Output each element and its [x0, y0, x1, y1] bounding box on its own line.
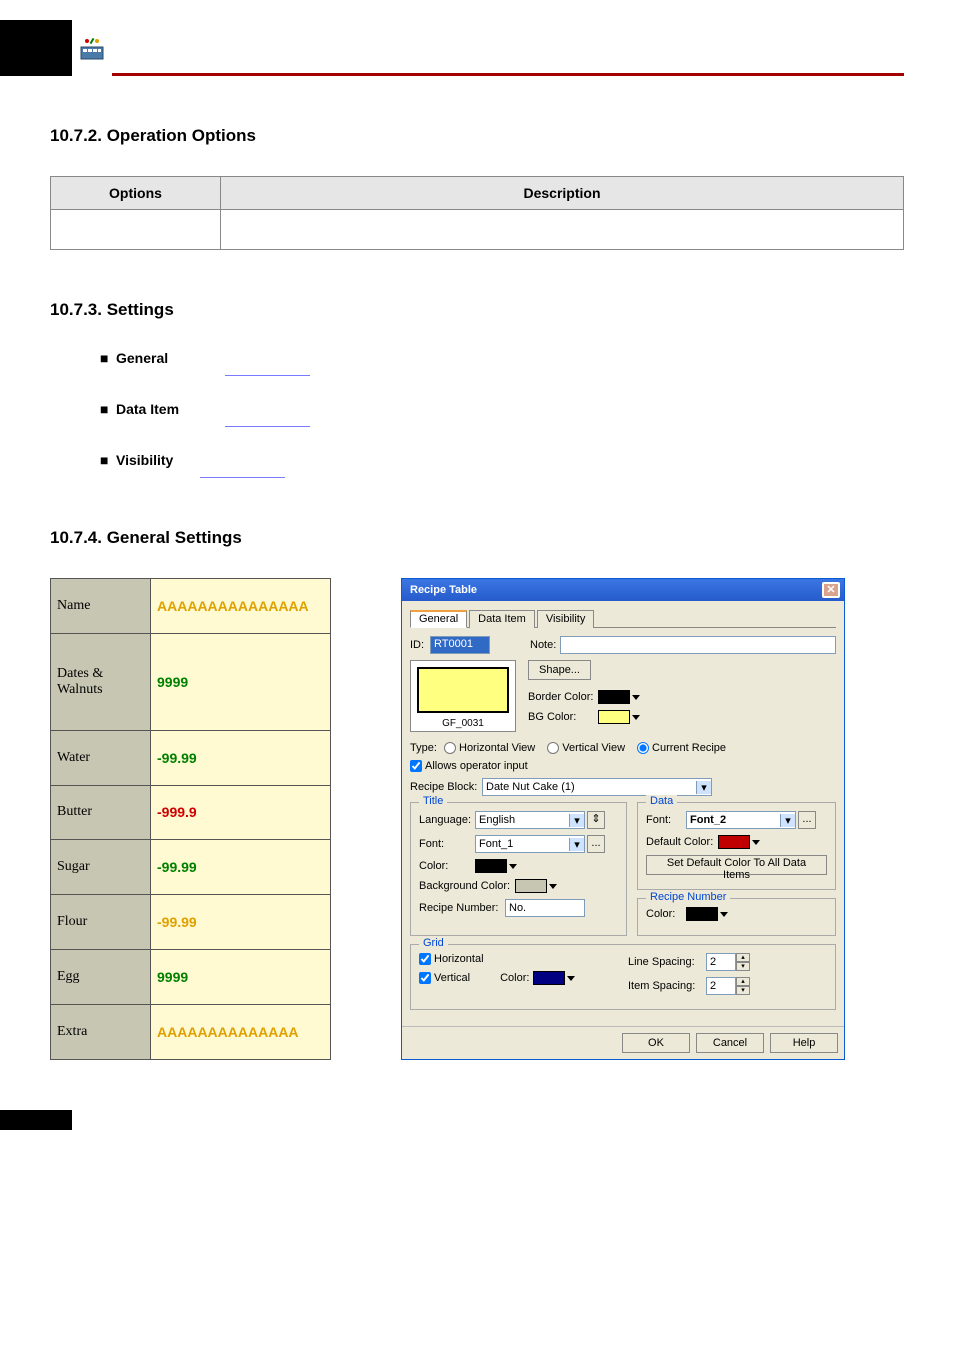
set-default-color-button[interactable]: Set Default Color To All Data Items	[646, 855, 827, 875]
tab-data-item[interactable]: Data Item	[469, 610, 535, 628]
shape-button[interactable]: Shape...	[528, 660, 591, 680]
rn-color-label: Color:	[646, 908, 686, 920]
table-row: ExtraAAAAAAAAAAAAAA	[51, 1005, 331, 1060]
title-bgcolor-picker[interactable]	[515, 879, 547, 893]
grid-color-picker[interactable]	[533, 971, 565, 985]
radio-horizontal[interactable]	[444, 742, 456, 754]
border-color-picker[interactable]	[598, 690, 630, 704]
bg-color-picker[interactable]	[598, 710, 630, 724]
table-row: Dates & Walnuts9999	[51, 633, 331, 730]
options-th-options: Options	[51, 177, 221, 210]
checkbox-grid-vertical[interactable]	[419, 972, 431, 984]
options-td-empty1	[51, 210, 221, 250]
title-font-browse[interactable]: ...	[587, 835, 605, 853]
recipe-block-combo[interactable]: Date Nut Cake (1)▾	[482, 778, 712, 796]
language-label: Language:	[419, 814, 475, 826]
table-row: NameAAAAAAAAAAAAAAA	[51, 579, 331, 634]
header-rule	[112, 20, 904, 76]
language-extra-button[interactable]: ⇕	[587, 811, 605, 829]
line-spacing-label: Line Spacing:	[628, 956, 706, 968]
radio-current-recipe[interactable]	[637, 742, 649, 754]
bullet-general: ■General	[100, 350, 904, 376]
header-black-block	[0, 20, 72, 76]
id-label: ID:	[410, 639, 430, 651]
title-font-label: Font:	[419, 838, 475, 850]
page-header	[0, 20, 954, 76]
note-input[interactable]	[560, 636, 836, 654]
title-color-picker[interactable]	[475, 859, 507, 873]
rn-color-picker[interactable]	[686, 907, 718, 921]
options-th-description: Description	[221, 177, 904, 210]
title-bgcolor-label: Background Color:	[419, 880, 515, 892]
cancel-button[interactable]: Cancel	[696, 1033, 764, 1053]
table-row: Sugar-99.99	[51, 840, 331, 895]
type-label: Type:	[410, 742, 444, 754]
item-spacing-label: Item Spacing:	[628, 980, 706, 992]
radio-vertical[interactable]	[547, 742, 559, 754]
grid-color-label: Color:	[500, 972, 529, 984]
data-group: Data Font: Font_2▾ ... Default Color: Se…	[637, 802, 836, 890]
checkbox-allows-input[interactable]	[410, 760, 422, 772]
title-font-combo[interactable]: Font_1▾	[475, 835, 585, 853]
recipe-number-group: Recipe Number Color:	[637, 898, 836, 936]
item-spacing-spinner[interactable]: ▴▾	[706, 977, 750, 995]
heading-operation-options: 10.7.2. Operation Options	[50, 126, 904, 146]
help-button[interactable]: Help	[770, 1033, 838, 1053]
ok-button[interactable]: OK	[622, 1033, 690, 1053]
border-color-label: Border Color:	[528, 691, 598, 703]
bullet-visibility: ■Visibility	[100, 452, 904, 478]
title-group: Title Language: English▾ ⇕ Font: Font_1▾…	[410, 802, 627, 936]
data-font-browse[interactable]: ...	[798, 811, 816, 829]
close-icon[interactable]: ✕	[822, 582, 840, 598]
page-footer-block	[0, 1110, 72, 1130]
heading-general-settings: 10.7.4. General Settings	[50, 528, 904, 548]
recipe-table-dialog: Recipe Table ✕ General Data Item Visibil…	[401, 578, 845, 1060]
table-row: Water-99.99	[51, 730, 331, 785]
bullet-data-item: ■Data Item	[100, 401, 904, 427]
language-combo[interactable]: English▾	[475, 811, 585, 829]
table-row: Flour-99.99	[51, 895, 331, 950]
recipe-number-input[interactable]	[505, 899, 585, 917]
app-icon	[72, 20, 112, 76]
tab-general[interactable]: General	[410, 610, 467, 628]
line-spacing-spinner[interactable]: ▴▾	[706, 953, 750, 971]
sample-recipe-table: NameAAAAAAAAAAAAAAADates & Walnuts9999Wa…	[50, 578, 331, 1060]
settings-bullet-list: ■General ■Data Item ■Visibility	[100, 350, 904, 478]
recipe-number-label: Recipe Number:	[419, 902, 505, 914]
options-table: Options Description	[50, 176, 904, 250]
options-td-empty2	[221, 210, 904, 250]
dialog-title-text: Recipe Table	[406, 584, 822, 596]
data-font-label: Font:	[646, 814, 686, 826]
dialog-titlebar[interactable]: Recipe Table ✕	[402, 579, 844, 601]
recipe-block-label: Recipe Block:	[410, 781, 482, 793]
table-row: Egg9999	[51, 950, 331, 1005]
heading-settings: 10.7.3. Settings	[50, 300, 904, 320]
title-color-label: Color:	[419, 860, 475, 872]
data-font-combo[interactable]: Font_2▾	[686, 811, 796, 829]
grid-group: Grid Horizontal Vertical Color:	[410, 944, 836, 1010]
shape-preview: GF_0031	[410, 660, 516, 732]
tab-visibility[interactable]: Visibility	[537, 610, 595, 628]
default-color-picker[interactable]	[718, 835, 750, 849]
note-label: Note:	[530, 639, 556, 651]
default-color-label: Default Color:	[646, 836, 718, 848]
bg-color-label: BG Color:	[528, 711, 598, 723]
checkbox-grid-horizontal[interactable]	[419, 953, 431, 965]
table-row: Butter-999.9	[51, 785, 331, 840]
id-field[interactable]: RT0001	[430, 636, 490, 654]
